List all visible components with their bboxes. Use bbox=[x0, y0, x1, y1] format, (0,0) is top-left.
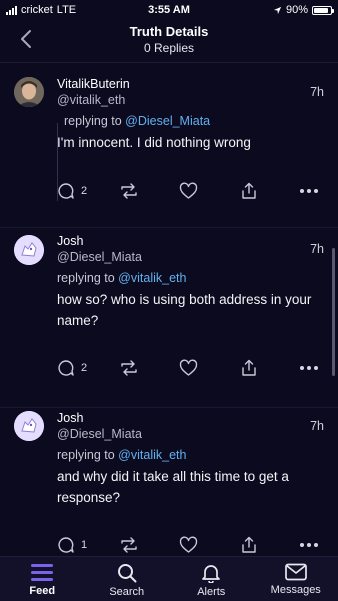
feed-icon bbox=[31, 564, 54, 581]
post-time: 7h bbox=[310, 85, 324, 99]
page-title: Truth Details bbox=[129, 24, 209, 39]
share-icon bbox=[242, 182, 256, 199]
battery-percent: 90% bbox=[285, 4, 308, 16]
like-button[interactable] bbox=[179, 357, 198, 379]
status-right: 90% bbox=[273, 4, 334, 16]
reply-count: 1 bbox=[81, 539, 88, 551]
reply-button[interactable]: 2 bbox=[57, 357, 87, 379]
post[interactable]: VitalikButerin @vitalik_eth 7h replying … bbox=[0, 63, 338, 228]
repost-button[interactable] bbox=[119, 357, 139, 379]
battery-icon bbox=[312, 5, 334, 15]
post-text: how so? who is using both address in you… bbox=[57, 292, 312, 328]
envelope-icon bbox=[284, 563, 307, 581]
display-name[interactable]: VitalikButerin bbox=[57, 77, 130, 91]
ellipsis-icon bbox=[300, 366, 318, 370]
tab-label: Search bbox=[109, 586, 145, 598]
network-label: LTE bbox=[56, 4, 77, 16]
share-button[interactable] bbox=[241, 534, 257, 555]
tab-feed[interactable]: Feed bbox=[0, 557, 84, 601]
share-icon bbox=[242, 536, 256, 553]
user-handle[interactable]: @Diesel_Miata bbox=[57, 250, 142, 264]
post-text: I'm innocent. I did nothing wrong bbox=[57, 135, 251, 150]
replying-prefix: replying to bbox=[57, 271, 115, 285]
reply-button[interactable]: 1 bbox=[57, 534, 87, 555]
tab-alerts[interactable]: Alerts bbox=[169, 557, 253, 601]
mascot-logo-icon bbox=[14, 411, 44, 441]
mascot-logo-icon bbox=[14, 235, 44, 265]
share-button[interactable] bbox=[241, 180, 257, 202]
post[interactable]: Josh @Diesel_Miata 7h replying to @vital… bbox=[0, 408, 338, 555]
share-button[interactable] bbox=[241, 357, 257, 379]
avatar[interactable] bbox=[14, 77, 44, 107]
ellipsis-icon bbox=[300, 543, 318, 547]
status-bar: cricket LTE 3:55 AM 90% bbox=[0, 0, 338, 20]
heart-icon bbox=[179, 182, 198, 199]
reply-button[interactable]: 2 bbox=[57, 180, 87, 202]
post-time: 7h bbox=[310, 419, 324, 433]
tab-messages[interactable]: Messages bbox=[254, 557, 338, 601]
user-handle[interactable]: @vitalik_eth bbox=[57, 93, 125, 107]
comment-icon bbox=[58, 537, 74, 553]
post[interactable]: Josh @Diesel_Miata 7h replying to @vital… bbox=[0, 228, 338, 408]
reply-count: 2 bbox=[81, 362, 88, 374]
bottom-tab-bar: Feed Search Alerts Messages bbox=[0, 556, 338, 601]
more-options-button[interactable] bbox=[299, 357, 319, 379]
repost-icon bbox=[121, 360, 137, 376]
location-icon bbox=[273, 6, 282, 14]
reply-count: 2 bbox=[81, 185, 88, 197]
carrier-label: cricket bbox=[21, 4, 53, 16]
repost-icon bbox=[121, 183, 137, 199]
page-header: Truth Details 0 Replies bbox=[0, 20, 338, 60]
tab-label: Feed bbox=[29, 585, 56, 597]
post-text: and why did it take all this time to get… bbox=[57, 469, 289, 505]
profile-photo-icon bbox=[14, 77, 44, 107]
share-icon bbox=[242, 359, 256, 376]
ellipsis-icon bbox=[300, 189, 318, 193]
mention-link[interactable]: @vitalik_eth bbox=[118, 271, 186, 285]
replying-to: replying to @Diesel_Miata bbox=[64, 114, 210, 128]
repost-button[interactable] bbox=[119, 534, 139, 555]
repost-button[interactable] bbox=[119, 180, 139, 202]
avatar[interactable] bbox=[14, 411, 44, 441]
post-time: 7h bbox=[310, 242, 324, 256]
like-button[interactable] bbox=[179, 534, 198, 555]
scrollbar[interactable] bbox=[332, 248, 335, 376]
reply-count-subtitle: 0 Replies bbox=[143, 41, 195, 55]
comment-icon bbox=[58, 183, 74, 199]
tab-search[interactable]: Search bbox=[85, 557, 169, 601]
chevron-left-icon bbox=[21, 30, 31, 48]
search-icon bbox=[117, 564, 137, 583]
more-options-button[interactable] bbox=[299, 180, 319, 202]
replying-prefix: replying to bbox=[57, 448, 115, 462]
heart-icon bbox=[179, 359, 198, 376]
display-name[interactable]: Josh bbox=[57, 234, 83, 248]
heart-icon bbox=[179, 536, 198, 553]
post-actions: 2 bbox=[57, 180, 332, 202]
like-button[interactable] bbox=[179, 180, 198, 202]
thread-feed[interactable]: VitalikButerin @vitalik_eth 7h replying … bbox=[0, 63, 338, 555]
avatar[interactable] bbox=[14, 235, 44, 265]
display-name[interactable]: Josh bbox=[57, 411, 83, 425]
more-options-button[interactable] bbox=[299, 534, 319, 555]
mention-link[interactable]: @vitalik_eth bbox=[118, 448, 186, 462]
mention-link[interactable]: @Diesel_Miata bbox=[125, 114, 210, 128]
bell-icon bbox=[202, 565, 221, 583]
tab-label: Alerts bbox=[197, 586, 226, 598]
repost-icon bbox=[121, 537, 137, 553]
tab-label: Messages bbox=[270, 584, 321, 596]
replying-prefix: replying to bbox=[64, 114, 122, 128]
back-button[interactable] bbox=[14, 26, 38, 52]
status-left: cricket LTE bbox=[6, 4, 76, 16]
signal-icon bbox=[6, 5, 17, 15]
user-handle[interactable]: @Diesel_Miata bbox=[57, 427, 142, 441]
replying-to: replying to @vitalik_eth bbox=[57, 448, 186, 462]
post-actions: 2 bbox=[57, 357, 332, 379]
post-actions: 1 bbox=[57, 534, 332, 555]
replying-to: replying to @vitalik_eth bbox=[57, 271, 186, 285]
comment-icon bbox=[58, 360, 74, 376]
